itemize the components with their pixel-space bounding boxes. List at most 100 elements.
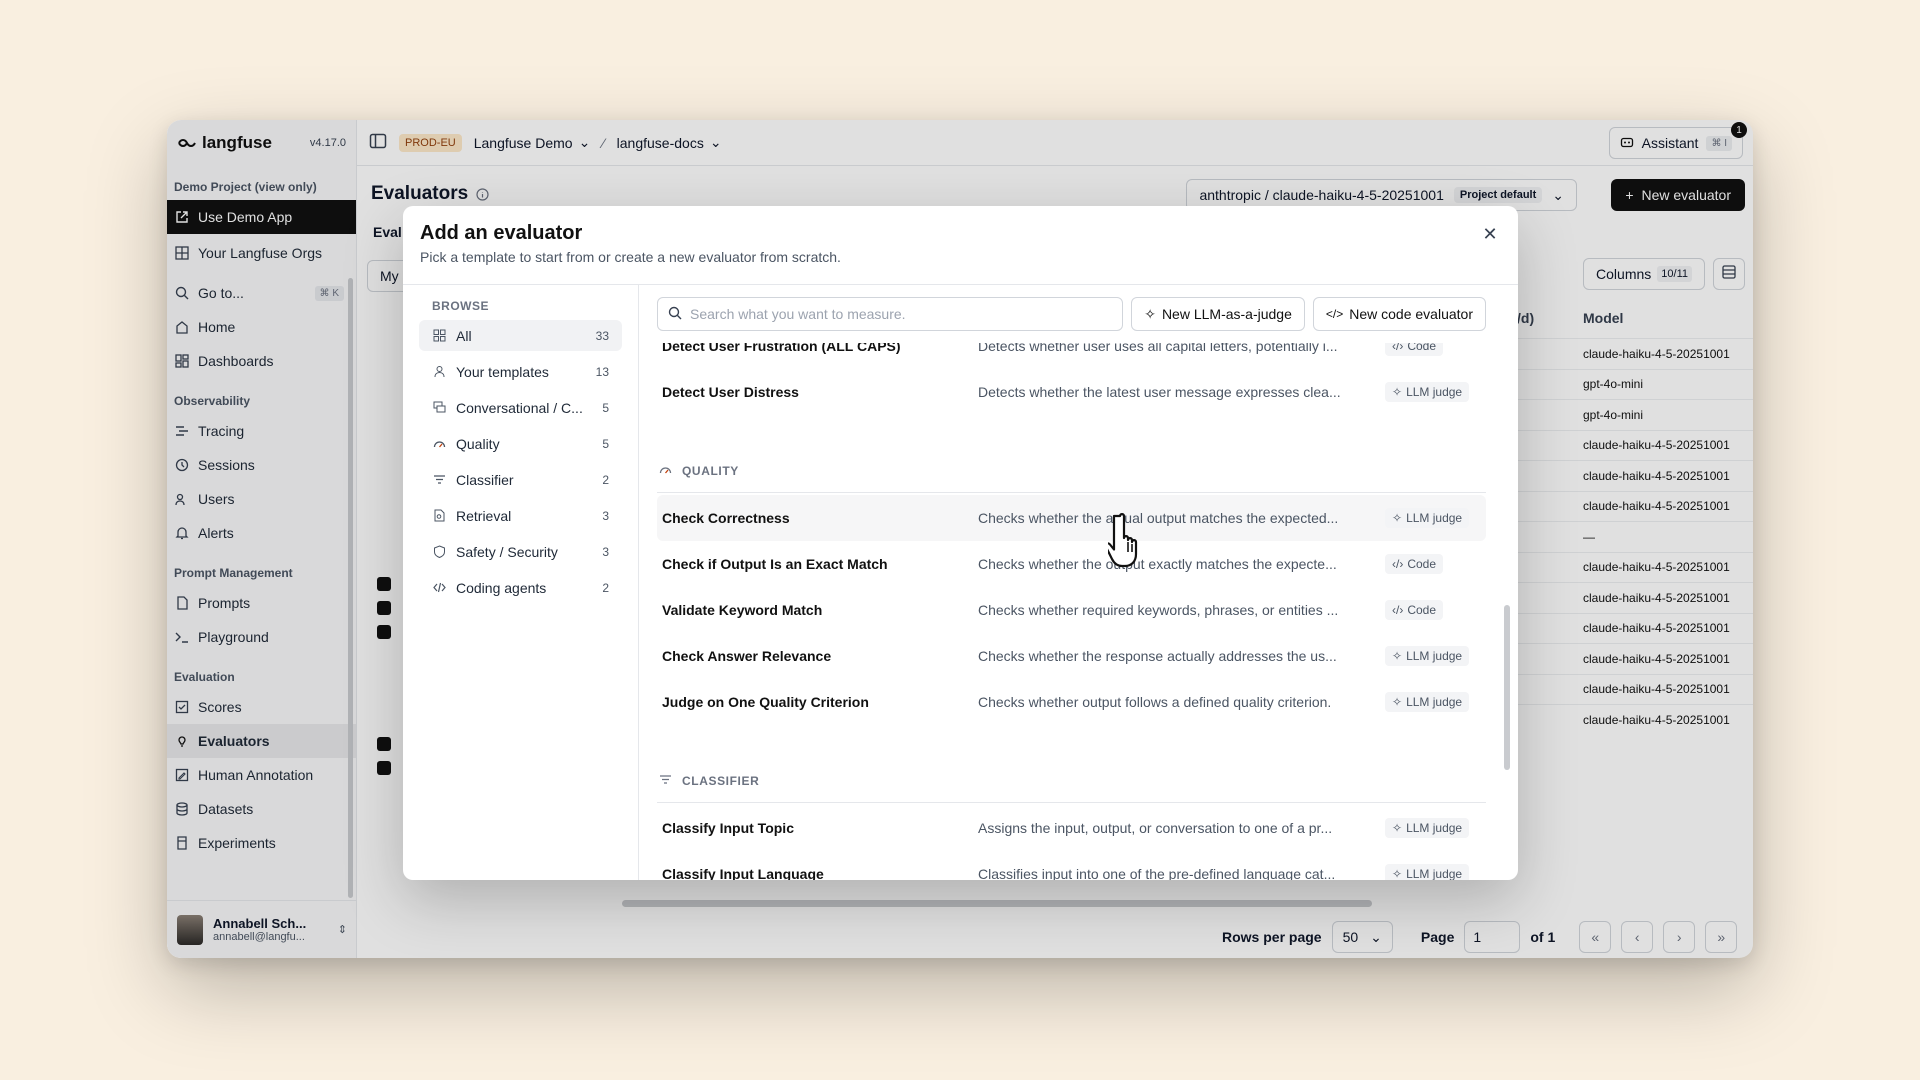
browse-item-coding-agents[interactable]: Coding agents 2 [419,572,622,603]
last-page-button[interactable]: » [1705,921,1738,953]
info-icon[interactable] [476,187,489,201]
template-row[interactable]: Classify Input Language Classifies input… [657,851,1486,880]
table-row[interactable]: claude-haiku-4-5-20251001 [1517,643,1753,674]
rows-per-page-select[interactable]: 50 ⌄ [1331,921,1393,953]
browse-item-your-templates[interactable]: Your templates 13 [419,356,622,387]
next-page-button[interactable]: › [1663,921,1696,953]
sidebar-item-dashboards[interactable]: Dashboards [167,344,356,378]
template-row[interactable]: Classify Input Topic Assigns the input, … [657,805,1486,851]
sidebar-item-goto[interactable]: Go to... ⌘ K [167,276,356,310]
browse-item-quality[interactable]: Quality 5 [419,428,622,459]
sidebar-item-human-annotation[interactable]: Human Annotation [167,758,356,792]
chevron-down-icon: ⌄ [1552,186,1564,203]
table-row[interactable]: claude-haiku-4-5-20251001 [1517,673,1753,705]
org-selector[interactable]: Langfuse Demo ⌄ [474,134,591,151]
chat-icon [432,401,446,415]
model-name: anthtropic / claude-haiku-4-5-20251001 [1199,187,1444,203]
table-row[interactable]: claude-haiku-4-5-20251001 [1517,582,1753,613]
sidebar-item-playground[interactable]: Playground [167,620,356,654]
table-row[interactable]: gpt-4o-mini [1517,368,1753,400]
sidebar-item-scores[interactable]: Scores [167,690,356,724]
search-input[interactable]: Search what you want to measure. [657,297,1124,331]
sidebar-item-label: Home [198,319,236,335]
template-type-badge: ‹/› Code [1385,600,1444,620]
template-name: Detect User Distress [662,384,799,400]
checkbox[interactable] [377,761,391,775]
table-row[interactable]: claude-haiku-4-5-20251001 [1517,338,1753,369]
sidebar-item-prompts[interactable]: Prompts [167,586,356,620]
langfuse-logo[interactable]: langfuse [177,133,272,153]
table-row[interactable]: claude-haiku-4-5-20251001 [1517,460,1753,491]
columns-count: 10/11 [1657,266,1692,282]
template-row[interactable]: Detect User Frustration (ALL CAPS) Detec… [657,343,1486,369]
browse-item-count: 13 [595,364,609,379]
row-height-button[interactable] [1713,258,1745,290]
filter-icon [659,773,672,789]
page-input[interactable]: 1 [1464,921,1521,953]
table-row[interactable]: — [1517,521,1753,552]
sidebar-item-label: Tracing [198,423,245,439]
table-row[interactable]: claude-haiku-4-5-20251001 [1517,704,1753,735]
table-row[interactable]: claude-haiku-4-5-20251001 [1517,429,1753,461]
checkbox[interactable] [377,577,391,591]
list-scrollbar[interactable] [1504,605,1510,770]
sidebar-item-label: Sessions [198,457,255,473]
browse-item-safety[interactable]: Safety / Security 3 [419,536,622,567]
user-menu[interactable]: Annabell Sch... annabell@langfu... ⇕ [167,900,357,958]
sidebar-item-evaluators[interactable]: Evaluators [167,724,356,758]
sidebar-item-sessions[interactable]: Sessions [167,448,356,482]
sidebar-item-home[interactable]: Home [167,310,356,344]
browse-item-count: 5 [602,400,609,415]
sidebar-item-your-orgs[interactable]: Your Langfuse Orgs [167,236,356,270]
table-row[interactable]: gpt-4o-mini [1517,399,1753,430]
sidebar-item-tracing[interactable]: Tracing [167,414,356,448]
checkbox[interactable] [377,601,391,615]
browse-item-all[interactable]: All 33 [419,320,622,351]
chevron-updown-icon: ⇕ [337,924,347,936]
table-row[interactable]: claude-haiku-4-5-20251001 [1517,551,1753,583]
new-llm-judge-button[interactable]: ✧ New LLM-as-a-judge [1131,297,1305,331]
tab-partial[interactable]: Eval [373,224,402,240]
template-name: Judge on One Quality Criterion [662,694,869,710]
first-page-button[interactable]: « [1579,921,1612,953]
columns-button[interactable]: Columns 10/11 [1583,258,1705,290]
horizontal-scrollbar[interactable] [622,900,1372,907]
filter-icon [432,473,446,487]
table-row[interactable]: claude-haiku-4-5-20251001 [1517,490,1753,522]
table-header-model[interactable]: Model [1583,310,1623,326]
sidebar-item-label: Experiments [198,835,276,851]
sidebar-item-experiments[interactable]: Experiments [167,826,356,860]
project-selector[interactable]: langfuse-docs ⌄ [617,134,722,151]
sidebar-scrollbar[interactable] [348,278,353,898]
template-row[interactable]: Detect User Distress Detects whether the… [657,369,1486,415]
section-header-classifier: CLASSIFIER [657,759,1486,803]
new-evaluator-button[interactable]: + New evaluator [1611,179,1745,211]
browse-item-count: 3 [602,544,609,559]
browse-item-label: Retrieval [456,507,512,524]
browse-item-classifier[interactable]: Classifier 2 [419,464,622,495]
sidebar-item-datasets[interactable]: Datasets [167,792,356,826]
sidebar-toggle-icon[interactable] [369,132,387,153]
browse-item-label: Your templates [456,363,549,380]
template-row[interactable]: Check if Output Is an Exact Match Checks… [657,541,1486,587]
checkbox[interactable] [377,625,391,639]
sparkle-icon: ✧ [1392,867,1403,880]
template-row[interactable]: Check Correctness Checks whether the act… [657,495,1486,541]
prev-page-button[interactable]: ‹ [1621,921,1654,953]
template-row[interactable]: Judge on One Quality Criterion Checks wh… [657,679,1486,725]
assistant-button[interactable]: Assistant ⌘ I [1608,127,1743,159]
browse-item-label: Coding agents [456,579,547,596]
sidebar-item-users[interactable]: Users [167,482,356,516]
template-row[interactable]: Check Answer Relevance Checks whether th… [657,633,1486,679]
browse-item-retrieval[interactable]: Retrieval 3 [419,500,622,531]
sidebar-item-alerts[interactable]: Alerts [167,516,356,550]
new-code-evaluator-button[interactable]: </> New code evaluator [1312,297,1486,331]
checkbox[interactable] [377,737,391,751]
table-row[interactable]: claude-haiku-4-5-20251001 [1517,612,1753,644]
template-row[interactable]: Validate Keyword Match Checks whether re… [657,587,1486,633]
new-code-evaluator-label: New code evaluator [1349,306,1473,322]
sidebar-item-use-demo-app[interactable]: Use Demo App [167,200,356,234]
close-button[interactable]: ✕ [1480,224,1500,244]
browse-item-conversational[interactable]: Conversational / C... 5 [419,392,622,423]
external-link-icon [174,210,189,225]
